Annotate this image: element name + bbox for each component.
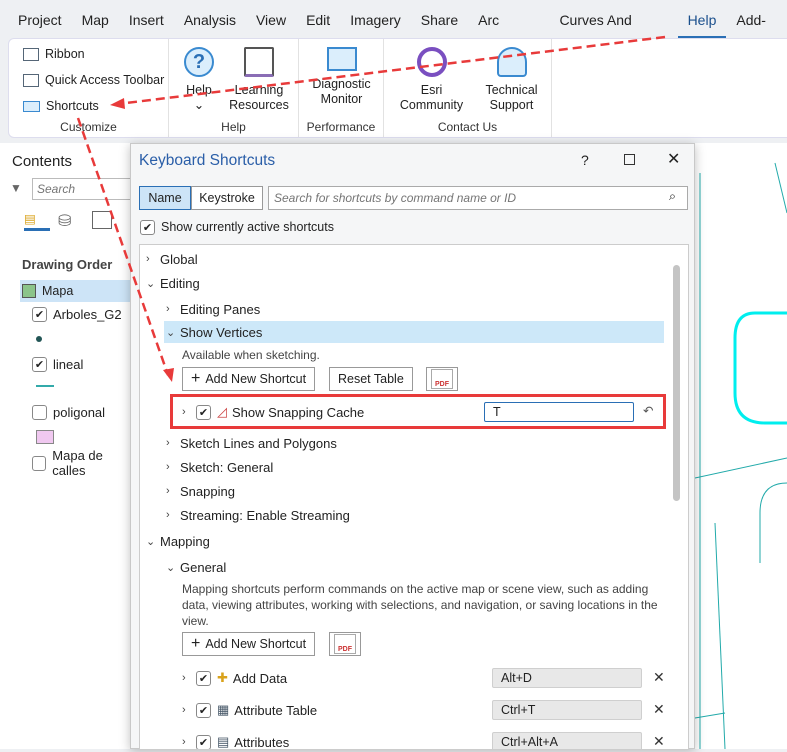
arrow-line [76, 117, 170, 376]
annotation-arrows [76, 35, 666, 382]
arrow-head [163, 368, 174, 382]
arrow-line [117, 35, 666, 106]
arrow-head [110, 98, 125, 109]
